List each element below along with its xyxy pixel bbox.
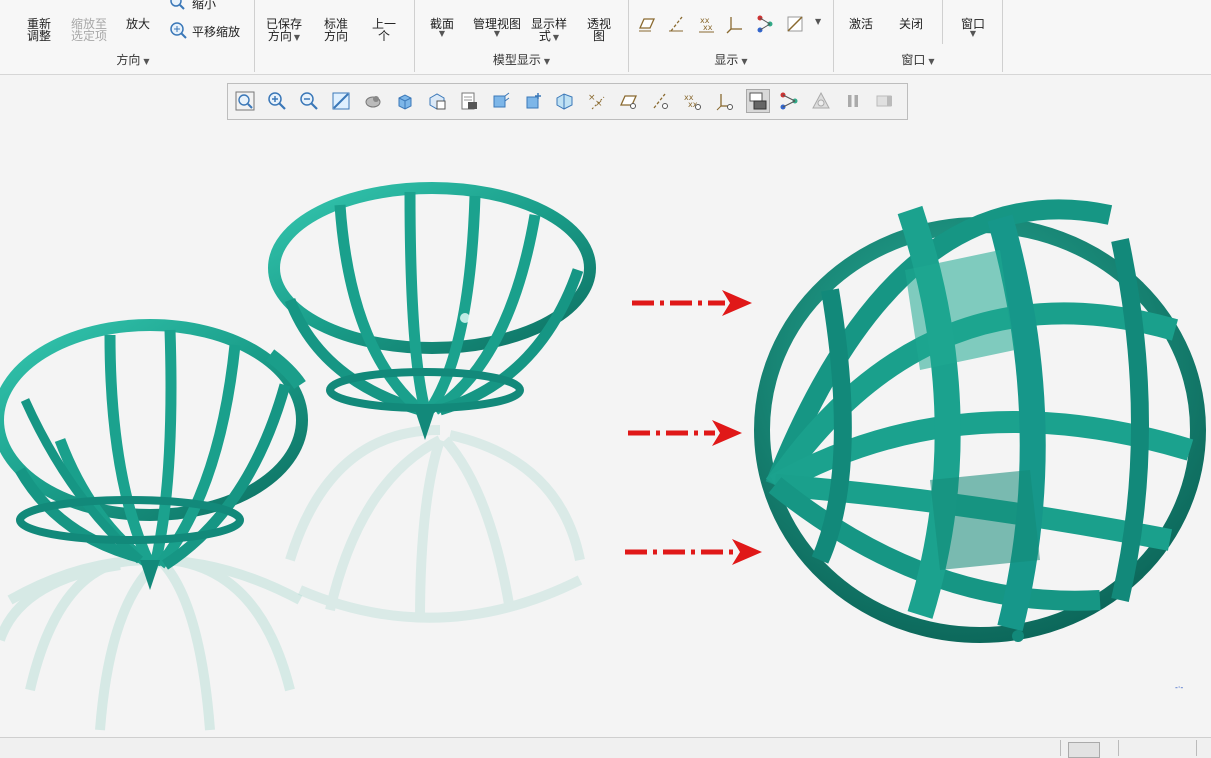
zoom-fit-icon[interactable]: [234, 90, 256, 112]
csys-display-icon[interactable]: ××: [586, 90, 608, 112]
pan-zoom-label: 平移缩放: [192, 25, 241, 39]
annotation-display-icon[interactable]: [490, 90, 512, 112]
display-style-label-2: 式: [538, 29, 551, 43]
status-divider: [1196, 740, 1197, 756]
saved-label-2: 方向: [267, 29, 292, 43]
view-manager-icon[interactable]: [426, 90, 448, 112]
next-icon[interactable]: [874, 90, 896, 112]
orientation-group: 重新 调整 缩放至 选定项 放大 缩小 平移缩放 方向 ▼: [12, 0, 255, 72]
show-group-title: 显示: [714, 53, 739, 67]
display-style-icon[interactable]: [362, 90, 384, 112]
spin-center-icon[interactable]: [458, 90, 480, 112]
pan-zoom-button[interactable]: 平移缩放: [166, 20, 252, 42]
refit-button[interactable]: 重新 调整: [24, 18, 54, 42]
chevron-down-icon[interactable]: ▼: [815, 17, 821, 26]
previous-label-2: 个: [377, 29, 390, 43]
zoom-to-selected-button[interactable]: 缩放至 选定项: [67, 18, 111, 42]
plane-display-icon[interactable]: [637, 14, 657, 34]
pan-zoom-icon: [170, 22, 187, 39]
active-view-icon[interactable]: [746, 89, 770, 113]
connection-display-icon[interactable]: [755, 14, 775, 34]
saved-orientations-button[interactable]: 已保存 方向 ▼: [264, 18, 304, 42]
zoom-out-button[interactable]: 缩小: [166, 0, 246, 10]
point-tag-icon[interactable]: xxxx: [682, 90, 704, 112]
zoom-in-icon[interactable]: [266, 90, 288, 112]
chevron-down-icon: ▼: [543, 57, 551, 66]
status-divider: [1118, 740, 1119, 756]
chevron-down-icon: ▼: [928, 57, 935, 66]
zoom-selected-label-2: 选定项: [70, 29, 107, 43]
show-group: xx xx ▼ 显示 ▼: [629, 0, 834, 72]
orientation-group-title: 方向: [116, 53, 141, 67]
chevron-down-icon: ▼: [969, 29, 977, 38]
status-divider: [1060, 740, 1061, 756]
close-label: 关闭: [898, 17, 923, 31]
ribbon: 重新 调整 缩放至 选定项 放大 缩小 平移缩放 方向 ▼ 已保存 方向 ▼ 标…: [0, 0, 1211, 75]
orientation-group-label[interactable]: 方向 ▼: [12, 51, 254, 68]
window-group: 激活 关闭 窗口 ▼ 窗口 ▼: [834, 0, 1003, 72]
view-indicator: -·-: [1175, 683, 1183, 692]
arrow-top: [632, 290, 752, 316]
chevron-down-icon: ▼: [741, 57, 748, 66]
assembled-ball-model: [754, 199, 1206, 643]
activate-button[interactable]: 激活: [846, 18, 876, 30]
show-group-label[interactable]: 显示 ▼: [629, 51, 833, 68]
chevron-down-icon: ▼: [493, 29, 501, 38]
plane-tag-icon[interactable]: [618, 90, 640, 112]
connection-display-icon[interactable]: [778, 90, 800, 112]
saved-orientations-icon[interactable]: [394, 90, 416, 112]
standard-orientation-button[interactable]: 标准 方向: [320, 18, 352, 42]
axis-tag-icon[interactable]: [650, 90, 672, 112]
perspective-label-2: 图: [592, 29, 605, 43]
right-hemisphere-model: [268, 182, 596, 623]
zoom-in-label: 放大: [125, 17, 150, 31]
arrow-bottom: [625, 539, 762, 565]
manage-views-button[interactable]: 管理视图 ▼: [469, 18, 525, 38]
right-hemisphere-reflection: [285, 425, 585, 623]
graphics-canvas[interactable]: -·-: [0, 120, 1211, 736]
model-display-group: 截面 ▼ 管理视图 ▼ 显示样 式 ▼ 透视 图 模型显示 ▼: [415, 0, 629, 72]
datum-plane-display-icon[interactable]: [522, 90, 544, 112]
standard-label-2: 方向: [323, 29, 348, 43]
svg-text:×: ×: [595, 99, 603, 109]
model-display-group-label[interactable]: 模型显示 ▼: [415, 51, 628, 68]
section-button[interactable]: 截面 ▼: [427, 18, 457, 38]
chevron-down-icon: ▼: [293, 33, 301, 42]
arrow-middle: [628, 420, 742, 446]
separator: [942, 0, 943, 44]
layout-icon[interactable]: [1068, 742, 1100, 758]
chevron-down-icon: ▼: [552, 33, 560, 42]
zoom-out-icon[interactable]: [298, 90, 320, 112]
perspective-button[interactable]: 透视 图: [583, 18, 615, 42]
model-display-group-title: 模型显示: [492, 53, 541, 67]
orientation-group-extra: 已保存 方向 ▼ 标准 方向 上一 个: [254, 0, 415, 72]
point-display-icon[interactable]: xxxx: [697, 14, 717, 34]
annotation-display-icon[interactable]: [785, 14, 805, 34]
point-display-icon[interactable]: [554, 90, 576, 112]
csys-display-icon[interactable]: [725, 14, 745, 34]
repaint-icon[interactable]: [330, 90, 352, 112]
window-group-title: 窗口: [901, 53, 926, 67]
refit-label-2: 调整: [26, 29, 51, 43]
chevron-down-icon: ▼: [143, 57, 150, 66]
chevron-down-icon: ▼: [438, 29, 446, 38]
pause-icon[interactable]: [842, 90, 864, 112]
csys-tag-icon[interactable]: [714, 90, 736, 112]
graphics-toolbar: × × xx xx: [227, 83, 908, 120]
previous-orientation-button[interactable]: 上一 个: [370, 18, 398, 42]
zoom-in-button[interactable]: 放大: [122, 18, 154, 30]
windows-button[interactable]: 窗口 ▼: [958, 18, 988, 38]
status-bar: [0, 737, 1211, 758]
left-hemisphere-model: [0, 319, 308, 731]
zoom-out-icon: [170, 0, 185, 10]
zoom-out-label: 缩小: [192, 0, 217, 11]
window-group-label[interactable]: 窗口 ▼: [834, 51, 1002, 68]
axis-display-icon[interactable]: [667, 14, 687, 34]
close-button[interactable]: 关闭: [896, 18, 926, 30]
activate-label: 激活: [848, 17, 873, 31]
svg-text:xx: xx: [703, 23, 713, 32]
appearance-icon[interactable]: [810, 90, 832, 112]
display-style-button[interactable]: 显示样 式 ▼: [529, 18, 569, 42]
